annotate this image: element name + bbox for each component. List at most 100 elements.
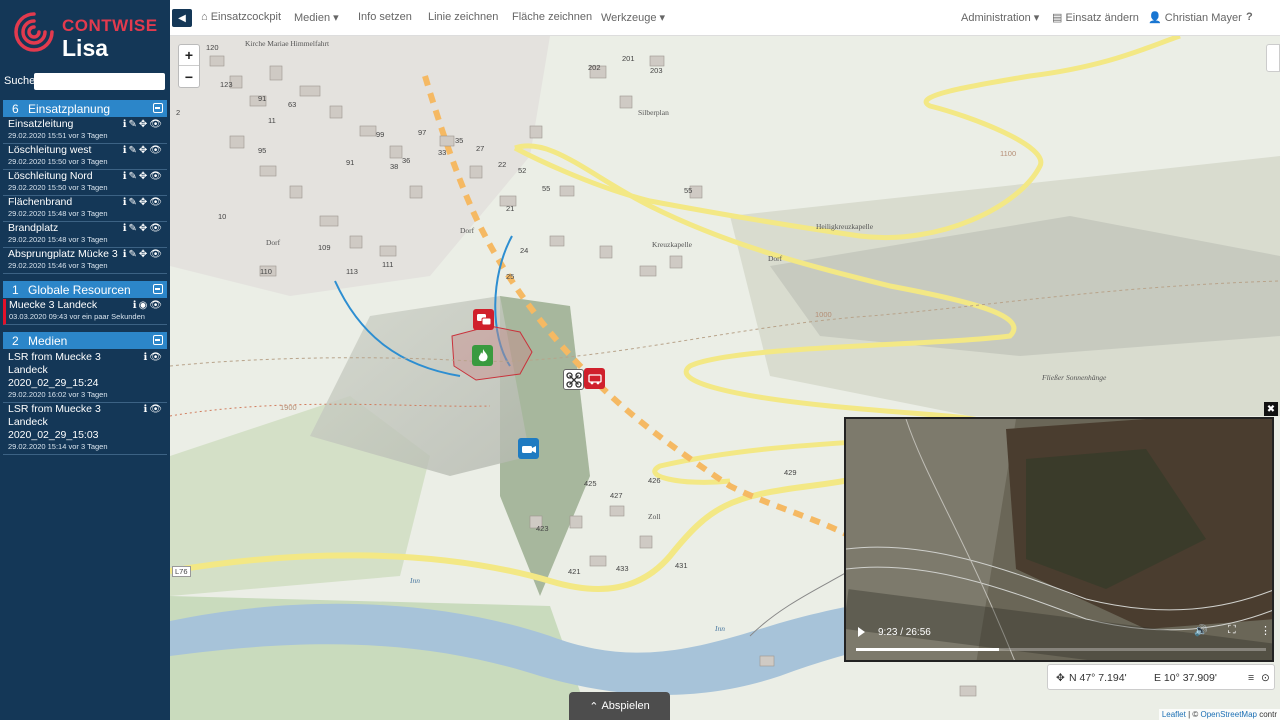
abspielen-label: Abspielen (601, 700, 650, 712)
house-number: 423 (536, 524, 549, 533)
zoom-in-button[interactable]: + (179, 45, 199, 66)
item-action-icons[interactable]: ℹ✎✥👁 (123, 145, 164, 156)
contour-label: 1000 (815, 310, 832, 319)
home-icon: ⌂ (201, 11, 208, 23)
chevron-up-icon: ⌃ (589, 700, 599, 713)
section-title: Einsatzplanung (28, 101, 111, 116)
fire-truck-icon (587, 373, 602, 384)
sidebar-toggle-button[interactable]: ◀ (172, 9, 192, 27)
media-item[interactable]: LSR from Muecke 3 Landeck 2020_02_29_15:… (3, 351, 167, 403)
video-progress-bar[interactable] (856, 648, 1266, 651)
play-icon[interactable] (858, 627, 865, 637)
search-input[interactable] (34, 72, 165, 90)
brandplatz-marker[interactable] (472, 345, 493, 366)
section-resources-header[interactable]: 1 Globale Resourcen (3, 281, 167, 298)
map-label: Dorf (266, 238, 281, 247)
osm-link[interactable]: OpenStreetMap (1201, 710, 1257, 719)
nav-administration[interactable]: Administration ▾ (961, 11, 1039, 24)
absprungplatz-marker[interactable] (518, 438, 539, 459)
attribution-separator: | © (1185, 710, 1201, 719)
item-meta: 03.03.2020 09:43 vor ein paar Sekunden (9, 312, 145, 321)
abspielen-tab[interactable]: ⌃ Abspielen (569, 692, 670, 720)
list-item[interactable]: Flächenbrand 29.02.2020 15:48 vor 3 Tage… (3, 196, 167, 222)
nav-user[interactable]: 👤 Christian Mayer (1148, 11, 1242, 24)
nav-werkzeuge[interactable]: Werkzeuge ▾ (601, 11, 665, 24)
contour-label: 1900 (280, 403, 297, 412)
house-number: 433 (616, 564, 629, 573)
item-title-line2: Landeck (8, 364, 48, 376)
section-planning-header[interactable]: 6 Einsatzplanung (3, 100, 167, 117)
nav-info-setzen[interactable]: Info setzen (358, 11, 412, 23)
map-label: Zoll (648, 512, 661, 521)
item-action-icons[interactable]: ℹ✎✥👁 (123, 171, 164, 182)
item-action-icons[interactable]: ℹ✎✥👁 (123, 223, 164, 234)
zoom-out-button[interactable]: − (179, 66, 199, 87)
item-action-icons[interactable]: ℹ◉👁 (133, 300, 164, 311)
collapse-icon[interactable] (153, 284, 163, 294)
resource-item[interactable]: Muecke 3 Landeck 03.03.2020 09:43 vor ei… (3, 299, 167, 325)
item-action-icons[interactable]: ℹ👁 (144, 352, 165, 363)
house-number: 203 (650, 66, 663, 75)
house-number: 38 (390, 162, 399, 171)
house-number: 55 (684, 186, 693, 195)
collapse-icon[interactable] (153, 103, 163, 113)
volume-icon[interactable]: 🔊 (1194, 624, 1208, 637)
section-media-header[interactable]: 2 Medien (3, 332, 167, 349)
video-player[interactable]: 9:23 / 26:56 🔊 ⛶ ⋮ (844, 417, 1274, 662)
einsatzleitung-marker[interactable] (473, 309, 494, 330)
house-number: 52 (518, 166, 527, 175)
target-icon[interactable]: ⊙ (1261, 672, 1270, 684)
coord-east: E 10° 37.909' (1154, 672, 1217, 684)
list-item[interactable]: Brandplatz 29.02.2020 15:48 vor 3 Tagen … (3, 222, 167, 248)
item-meta: 29.02.2020 15:48 vor 3 Tagen (8, 235, 108, 244)
list-icon[interactable]: ≡ (1248, 672, 1254, 684)
item-action-icons[interactable]: ℹ✎✥👁 (123, 249, 164, 260)
collapse-icon[interactable] (153, 335, 163, 345)
more-options-icon[interactable]: ⋮ (1260, 624, 1271, 637)
item-action-icons[interactable]: ℹ✎✥👁 (123, 119, 164, 130)
list-item[interactable]: Löschleitung west 29.02.2020 15:50 vor 3… (3, 144, 167, 170)
item-meta: 29.02.2020 15:51 vor 3 Tagen (8, 131, 108, 140)
nav-einsatzcockpit[interactable]: ⌂ Einsatzcockpit (201, 11, 281, 23)
house-number: 10 (218, 212, 227, 221)
zoom-control: + − (178, 44, 200, 88)
contwise-logo-icon (14, 12, 54, 52)
product-name: Lisa (62, 35, 109, 61)
house-number: 429 (784, 468, 797, 477)
house-number: 113 (346, 267, 358, 276)
house-number: 22 (498, 160, 507, 169)
nav-einsatz-aendern[interactable]: ▤ Einsatz ändern (1052, 11, 1139, 24)
item-action-icons[interactable]: ℹ👁 (144, 404, 165, 415)
item-meta: 29.02.2020 16:02 vor 3 Tagen (8, 390, 108, 399)
list-item[interactable]: Einsatzleitung 29.02.2020 15:51 vor 3 Ta… (3, 118, 167, 144)
video-close-button[interactable]: ✖ (1264, 402, 1278, 416)
section-count: 2 (12, 333, 19, 348)
drone-marker[interactable] (563, 369, 584, 390)
leaflet-link[interactable]: Leaflet (1162, 710, 1186, 719)
video-frame (846, 419, 1272, 660)
house-number: 431 (675, 561, 688, 570)
item-meta: 29.02.2020 15:50 vor 3 Tagen (8, 183, 108, 192)
layers-button[interactable] (1266, 44, 1280, 72)
list-item[interactable]: Löschleitung Nord 29.02.2020 15:50 vor 3… (3, 170, 167, 196)
nav-medien[interactable]: Medien ▾ (294, 11, 339, 24)
house-number: 91 (346, 158, 355, 167)
item-meta: 29.02.2020 15:46 vor 3 Tagen (8, 261, 108, 270)
fullscreen-icon[interactable]: ⛶ (1228, 624, 1236, 637)
list-item[interactable]: Absprungplatz Mücke 3 29.02.2020 15:46 v… (3, 248, 167, 274)
media-item[interactable]: LSR from Muecke 3 Landeck 2020_02_29_15:… (3, 403, 167, 455)
map-label: Kreuzkapelle (652, 240, 692, 249)
item-action-icons[interactable]: ℹ✎✥👁 (123, 197, 164, 208)
house-number: 202 (588, 63, 601, 72)
coordinates-box: ✥ N 47° 7.194' E 10° 37.909' ≡ ⊙ (1047, 664, 1275, 690)
house-number: 111 (382, 260, 394, 269)
map-label: Kirche Mariae Himmelfahrt (245, 39, 330, 48)
house-number: 110 (260, 267, 272, 276)
nav-linie-zeichnen[interactable]: Linie zeichnen (428, 11, 498, 23)
house-number: 33 (438, 148, 447, 157)
speech-bubble-icon (476, 313, 491, 325)
nav-flaeche-zeichnen[interactable]: Fläche zeichnen (512, 11, 592, 23)
help-icon[interactable]: ? (1246, 11, 1253, 23)
house-number: 55 (542, 184, 551, 193)
fire-truck-marker[interactable] (584, 368, 605, 389)
